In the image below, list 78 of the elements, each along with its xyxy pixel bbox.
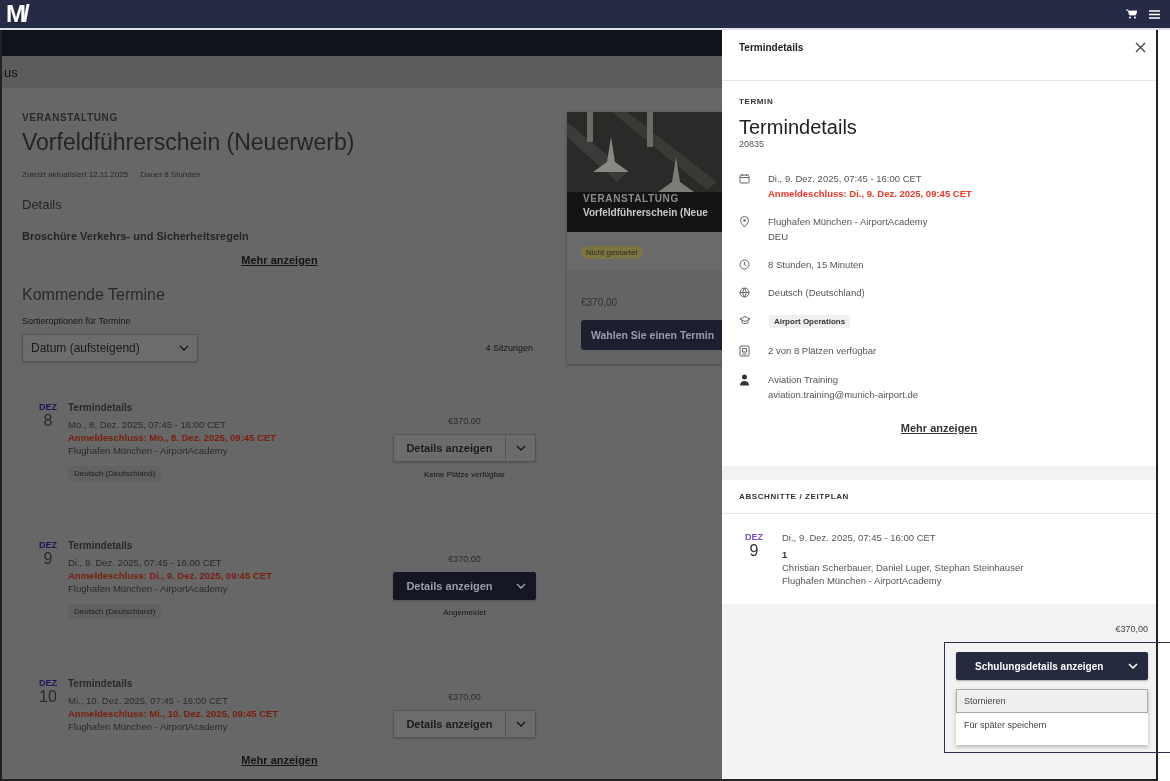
session-deadline: Anmeldeschluss: Mi., 10. Dez. 2025, 09:45 CET [68,708,280,719]
date-day: 8 [43,412,53,430]
details-heading: Details [22,197,63,212]
chevron-down-icon [515,445,526,451]
brochure-title: Broschüre Verkehrs- und Sicherheitsregeln [22,230,250,242]
schedule-time: Di., 9. Dez. 2025, 07:45 - 16:00 CET [782,532,937,543]
date-day: 9 [749,542,759,560]
date-month: DEZ [745,532,763,542]
detail-text: Di., 9. Dez. 2025, 07:45 - 16:00 CET [768,173,923,184]
date-month: DEZ [39,540,57,550]
details-split-button[interactable]: Details anzeigen [393,710,536,738]
details-button[interactable]: Details anzeigen [394,711,505,737]
session-status: Keine Plätze verfügbar [424,470,505,479]
choose-date-button[interactable]: Wahlen Sie einen Termin [581,320,722,350]
session-deadline: Anmeldeschluss: Mo., 8. Dez. 2025, 09:45 CET [68,432,278,443]
close-button[interactable] [1135,42,1146,53]
card-title: Vorfeldführerschein (Neue [583,207,708,218]
schedule-heading: ABSCHNITTE / ZEITPLAN [739,492,849,501]
clock-icon [739,259,750,270]
chevron-down-icon [515,583,526,589]
upcoming-heading: Kommende Termine [22,286,166,304]
details-button[interactable]: Details anzeigen [394,573,505,599]
schedule-number: 1 [782,549,789,560]
training-details-button[interactable]: Schulungsdetails anzeigen [956,652,1148,680]
person-icon [739,374,750,386]
date-day: 9 [43,550,53,568]
sessions-count: 4 Sitzungen [485,343,533,353]
detail-text: aviation.training@munich-airport.de [768,389,919,400]
total-price: €370,00 [1115,624,1148,634]
session-status: Angemeldet [443,608,486,617]
drawer-title: Termindetails [739,42,804,53]
appointment-number: 20835 [739,139,766,149]
chevron-down-icon [515,721,526,727]
chevron-down-icon [1128,663,1138,669]
trainer-names: Christian Scherbauer, Daniel Luger, Stephan Steinhauser [782,562,1025,573]
more-link[interactable]: Mehr anzeigen [241,754,318,766]
globe-icon [739,287,750,298]
session-title: Termindetails [68,678,134,689]
deadline-text: Anmeldeschluss: Di., 9. Dez. 2025, 09:45 CET [768,188,972,199]
section-eyebrow: TERMIN [739,97,775,106]
session-deadline: Anmeldeschluss: Di., 9. Dez. 2025, 09:45 CET [68,570,273,581]
event-title: Vorfeldführerschein (Neuerwerb) [22,129,356,156]
location-pin-icon [739,216,750,228]
menu-icon[interactable] [1149,9,1160,19]
detail-text: DEU [768,231,790,242]
card-eyebrow: VERANSTALTUNG [583,193,680,204]
detail-text: Deutsch (Deutschland) [768,287,865,298]
session-title: Termindetails [68,540,134,551]
chevron-down-icon [179,345,189,351]
status-badge: Nicht gestartet [581,246,643,259]
training-details-label[interactable]: Schulungsdetails anzeigen [975,660,1104,672]
detail-text: 2 von 8 Plätzen verfügbar [768,345,877,356]
appointment-title: Termindetails [739,116,858,139]
detail-text: Aviation Training [768,374,840,385]
date-month: DEZ [39,678,57,688]
category-tag: Airport Operations [769,315,851,328]
more-link[interactable]: Mehr anzeigen [900,422,978,434]
menu-item[interactable]: Für später speichern [956,713,1148,737]
session-title: Termindetails [68,402,134,413]
seat-icon [739,345,750,357]
more-link[interactable]: Mehr anzeigen [241,254,318,266]
event-eyebrow: VERANSTALTUNG [22,112,119,123]
detail-text: 8 Stunden, 15 Minuten [768,259,864,270]
calendar-icon [739,173,750,184]
graduation-cap-icon [739,315,751,325]
schedule-location: Flughafen München - AirportAcademy [782,575,943,586]
details-button[interactable]: Details anzeigen [394,435,505,461]
date-day: 10 [39,688,57,706]
sort-label: Sortieroptionen für Termine [22,316,132,326]
detail-text: Flughafen München - AirportAcademy [768,216,928,227]
logo[interactable]: M/ [6,2,27,26]
details-split-button[interactable]: Details anzeigen [393,434,536,462]
close-icon [1135,42,1146,53]
menu-item[interactable]: Stornieren [956,689,1148,713]
cart-icon[interactable] [1126,9,1137,19]
date-month: DEZ [39,402,57,412]
sort-select[interactable]: Datum (aufsteigend) [22,334,198,362]
details-split-button[interactable]: Details anzeigen [393,572,536,600]
